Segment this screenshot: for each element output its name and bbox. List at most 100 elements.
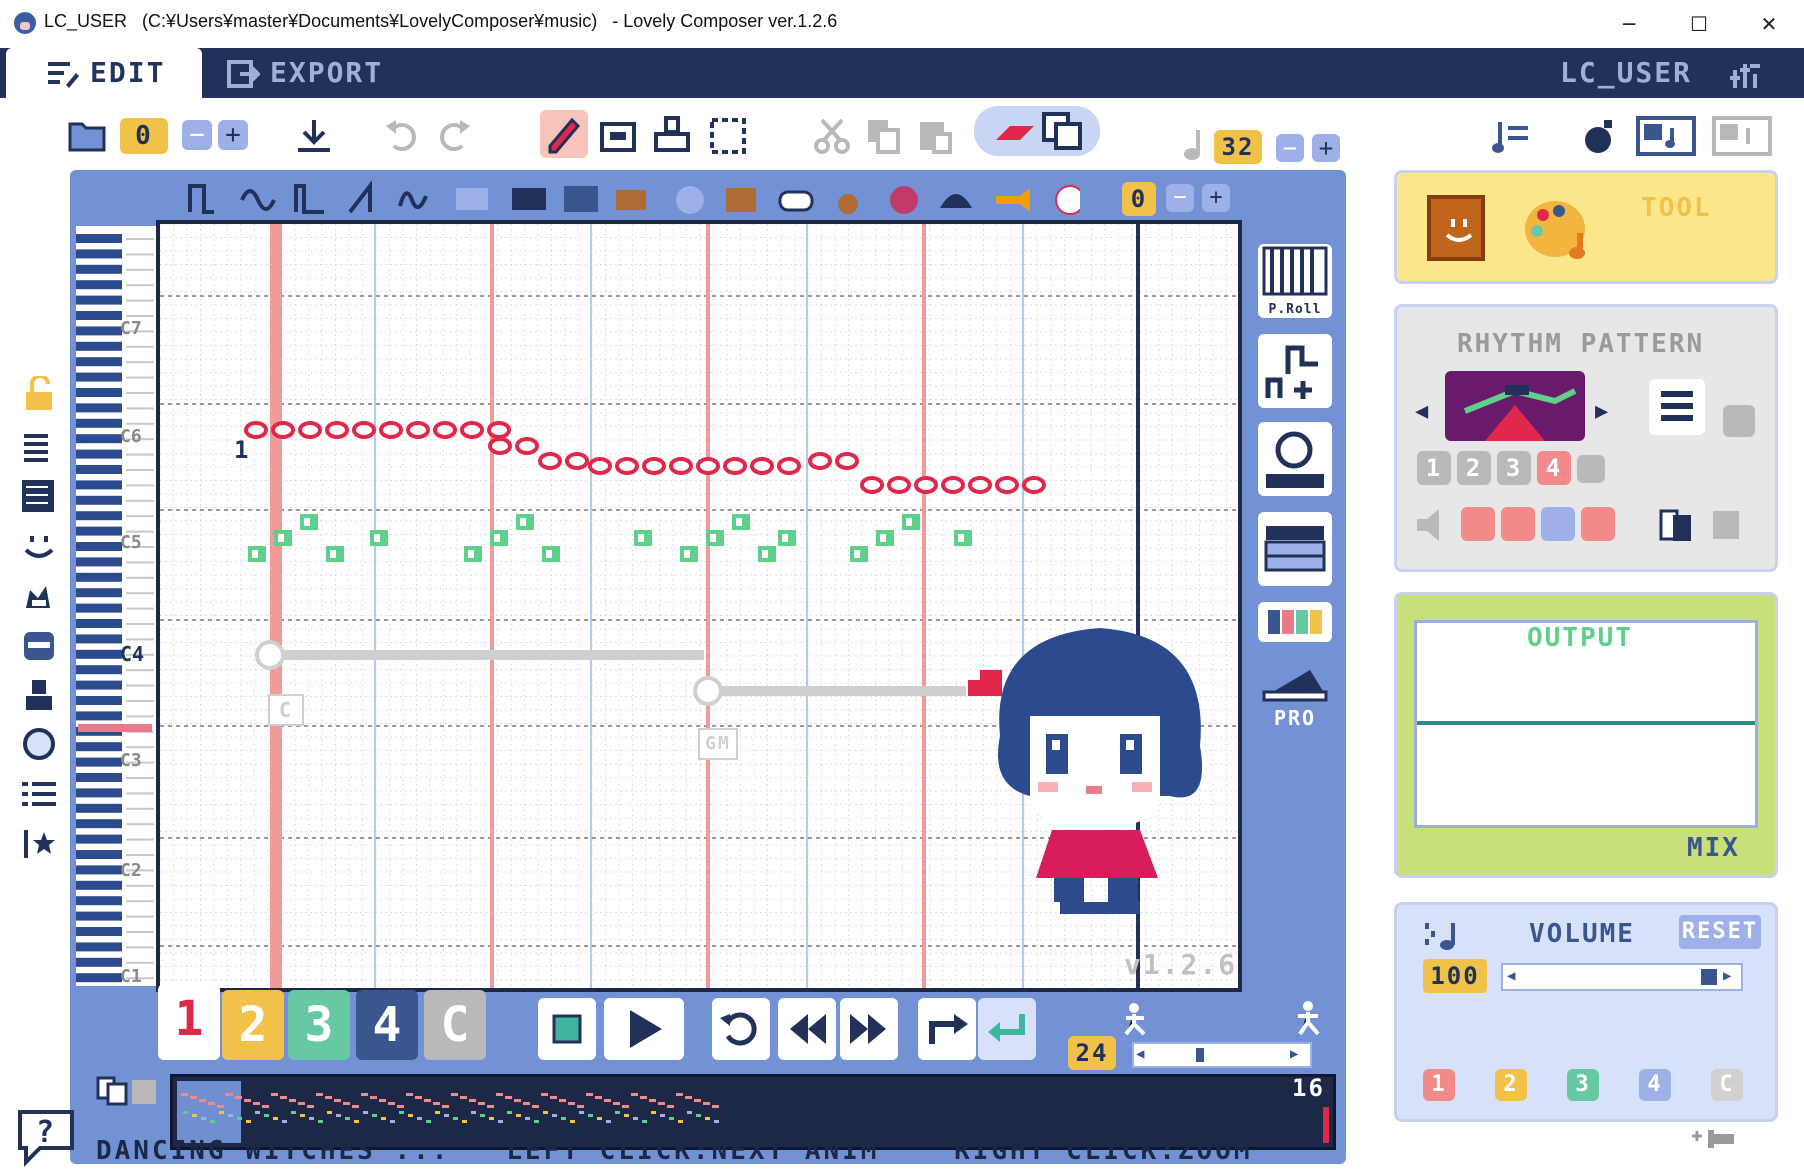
circle-icon[interactable] (20, 726, 60, 762)
rhythm-next-arrow[interactable]: ▶ (1595, 399, 1608, 424)
page-minus-button[interactable]: − (182, 120, 212, 150)
rhythm-part-4[interactable] (1581, 507, 1615, 541)
rhythm-slot-1[interactable]: 1 (1417, 451, 1451, 485)
repeat-button[interactable] (712, 998, 770, 1060)
character-toggle-button[interactable] (1258, 422, 1332, 496)
page-plus-button[interactable]: + (218, 120, 248, 150)
layers-button[interactable] (1258, 512, 1332, 586)
rhythm-part-1[interactable] (1461, 507, 1495, 541)
save-download-icon[interactable] (292, 114, 336, 158)
rhythm-paste-icon[interactable] (1709, 507, 1745, 543)
track-tab-2[interactable]: 2 (222, 990, 284, 1060)
stamp-tool-icon[interactable] (650, 114, 694, 158)
loop-return-button[interactable] (978, 998, 1036, 1060)
lock-icon[interactable] (20, 376, 60, 412)
black-key (76, 295, 122, 305)
fast-forward-button[interactable] (840, 998, 898, 1060)
black-key (76, 957, 122, 967)
display-mode-icon[interactable] (1636, 114, 1696, 158)
tempo-right-arrow[interactable]: ▶ (1290, 1046, 1298, 1062)
paint-palette-icon[interactable] (1521, 195, 1601, 265)
instrument-minus[interactable]: − (1166, 184, 1194, 212)
rhythm-part-3[interactable] (1541, 507, 1575, 541)
list-icon[interactable] (20, 428, 60, 464)
character-icon[interactable] (20, 578, 60, 614)
overlay-mode-toggle[interactable] (974, 106, 1100, 156)
maximize-button[interactable]: ☐ (1664, 0, 1734, 48)
paste-icon[interactable] (914, 114, 958, 158)
tempo-slider-thumb[interactable] (1196, 1048, 1204, 1062)
select-tool-icon[interactable] (706, 114, 750, 158)
volume-reset-button[interactable]: RESET (1679, 915, 1761, 949)
tempo-left-arrow[interactable]: ◀ (1136, 1046, 1144, 1062)
open-folder-icon[interactable] (66, 114, 110, 158)
track-tab-4[interactable]: 4 (356, 990, 418, 1060)
instrument-plus[interactable]: + (1202, 184, 1230, 212)
rhythm-part-2[interactable] (1501, 507, 1535, 541)
note-length-plus[interactable]: + (1312, 134, 1340, 162)
track-tab-3[interactable]: 3 (288, 990, 350, 1060)
rhythm-copy-icon[interactable] (1659, 507, 1695, 543)
piano-keyboard[interactable] (76, 226, 156, 986)
rhythm-slot-2[interactable]: 2 (1457, 451, 1491, 485)
tab-export[interactable]: EXPORT (220, 48, 410, 98)
help-icon[interactable]: ? (10, 1104, 82, 1168)
favorite-list-icon[interactable] (20, 826, 60, 862)
volume-right-arrow[interactable]: ▶ (1723, 968, 1731, 984)
rhythm-slot-4[interactable]: 4 (1537, 451, 1571, 485)
redo-icon[interactable] (432, 114, 476, 158)
track-list-icon[interactable] (20, 478, 60, 514)
volume-track-1[interactable]: 1 (1423, 1069, 1455, 1101)
mixer-icon[interactable] (1730, 60, 1764, 90)
color-bar-button[interactable] (1258, 602, 1332, 642)
paste-page-icon[interactable] (128, 1076, 162, 1106)
eraser-tool-icon[interactable] (596, 114, 640, 158)
key-separator (126, 515, 154, 518)
character-sprite[interactable] (960, 616, 1240, 926)
pencil-tool-button[interactable] (540, 110, 588, 158)
volume-slider-thumb[interactable] (1701, 969, 1717, 985)
undo-icon[interactable] (380, 114, 424, 158)
volume-track-3[interactable]: 3 (1567, 1069, 1599, 1101)
volume-left-arrow[interactable]: ◀ (1507, 968, 1515, 984)
volume-slider[interactable]: ◀ ▶ (1501, 963, 1743, 991)
pro-mode-button[interactable]: PRO (1258, 656, 1332, 730)
close-button[interactable]: ✕ (1734, 0, 1804, 48)
volume-track-2[interactable]: 2 (1495, 1069, 1527, 1101)
palette-bomb-icon[interactable] (1578, 114, 1622, 158)
rhythm-close-icon[interactable] (1723, 405, 1755, 437)
pin-settings-icon[interactable] (1690, 1126, 1736, 1152)
rhythm-pattern-thumbnail[interactable] (1445, 371, 1585, 441)
rhythm-prev-arrow[interactable]: ◀ (1415, 399, 1428, 424)
robot-icon[interactable] (20, 628, 60, 664)
copy-page-icon[interactable] (96, 1076, 130, 1106)
loop-jump-button[interactable] (918, 998, 976, 1060)
rhythm-list-icon[interactable] (1649, 379, 1705, 435)
tempo-slider[interactable]: ◀ ▶ (1132, 1042, 1312, 1068)
minimize-button[interactable]: ─ (1594, 0, 1664, 48)
piano-roll-view-button[interactable]: P.Roll (1258, 244, 1332, 318)
smile-face-icon[interactable] (20, 528, 60, 564)
track-tab-1[interactable]: 1 (158, 984, 220, 1060)
song-settings-icon[interactable] (1490, 114, 1534, 158)
notebook-icon[interactable] (1427, 195, 1487, 263)
volume-track-4[interactable]: 4 (1639, 1069, 1671, 1101)
chord-label-c[interactable]: C (268, 694, 304, 726)
stop-button[interactable] (538, 998, 596, 1060)
rhythm-slot-clear[interactable] (1577, 455, 1605, 483)
volume-track-c[interactable]: C (1711, 1069, 1743, 1101)
rhythm-slot-3[interactable]: 3 (1497, 451, 1531, 485)
figure-icon[interactable] (20, 676, 60, 712)
cut-icon[interactable] (810, 114, 854, 158)
numbered-list-icon[interactable] (20, 776, 60, 812)
display-mode-alt-icon[interactable] (1712, 114, 1772, 158)
note-length-minus[interactable]: − (1276, 134, 1304, 162)
chord-label-gm[interactable]: GM (698, 728, 738, 760)
speaker-icon[interactable] (1413, 507, 1453, 543)
play-button[interactable] (604, 998, 684, 1060)
track-tab-c[interactable]: C (424, 990, 486, 1060)
copy-icon[interactable] (862, 114, 906, 158)
rewind-button[interactable] (778, 998, 836, 1060)
tab-edit[interactable]: EDIT (6, 48, 202, 98)
add-wave-button[interactable] (1258, 334, 1332, 408)
